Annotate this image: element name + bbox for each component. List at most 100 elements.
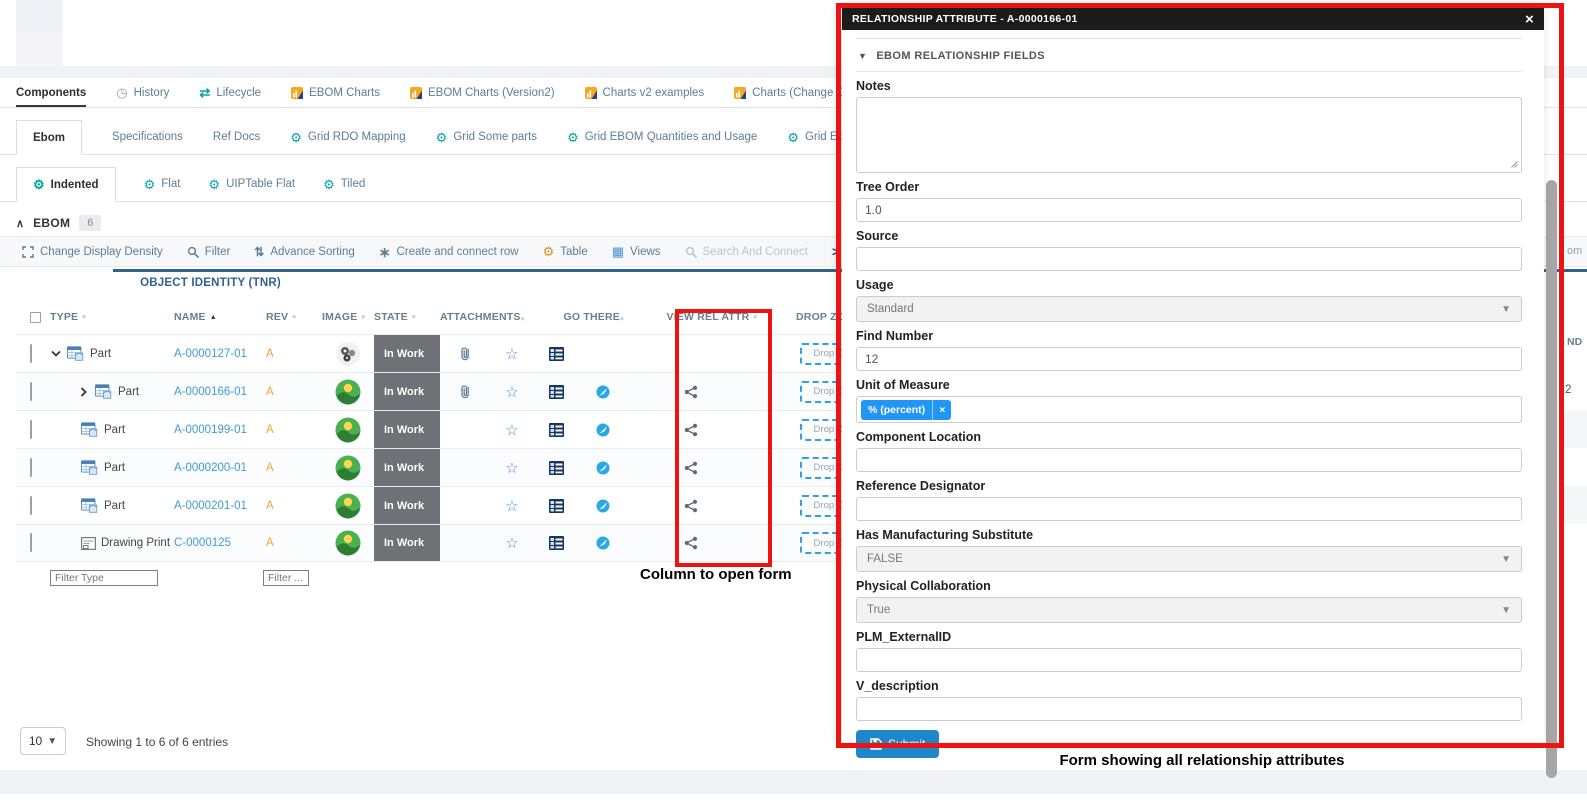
column-header-image[interactable]: IMAGE◆ [322,311,374,323]
background-text-fragment: ND [1567,336,1582,348]
row-checkbox[interactable] [30,382,32,401]
filter-name-input[interactable] [263,570,309,586]
column-header-rev[interactable]: REV◆ [266,311,322,323]
star-icon[interactable]: ☆ [505,534,518,552]
tree-order-input[interactable] [856,198,1522,222]
go-there-icon[interactable] [596,536,610,550]
chevron-right-icon[interactable] [78,386,90,398]
change-display-density-button[interactable]: Change Display Density [22,246,163,258]
tab-ebom-charts[interactable]: EBOM Charts [291,78,380,107]
star-icon[interactable]: ☆ [505,459,518,477]
details-icon[interactable] [549,423,564,437]
name-link[interactable]: A-0000200-01 [174,462,266,474]
name-link[interactable]: A-0000199-01 [174,424,266,436]
tab-grid-ebom-quantities[interactable]: ⚙Grid EBOM Quantities and Usage [567,120,757,154]
tab-lifecycle[interactable]: ⇄Lifecycle [199,78,261,107]
go-there-icon[interactable] [596,423,610,437]
has-manufacturing-substitute-select[interactable]: FALSE ▼ [856,546,1522,572]
type-label: Part [118,386,139,398]
row-checkbox[interactable] [30,533,32,552]
tab-flat[interactable]: ⚙Flat [144,167,181,201]
chevron-right-icon: > [832,244,840,259]
select-all-checkbox[interactable] [30,312,41,323]
sort-icon: ◆ [620,316,624,322]
name-link[interactable]: C-0000125 [174,537,266,549]
tab-components[interactable]: Components [16,78,86,107]
tab-specifications[interactable]: Specifications [112,120,183,154]
row-checkbox[interactable] [30,344,32,363]
go-there-icon[interactable] [596,461,610,475]
component-location-input[interactable] [856,448,1522,472]
chevron-down-icon[interactable] [50,348,62,360]
type-cell: Part [50,346,174,362]
type-cell: Part [50,498,174,514]
go-there-icon[interactable] [596,499,610,513]
filter-type-input[interactable] [50,570,158,586]
history-icon: ◷ [116,86,127,99]
tab-ref-docs[interactable]: Ref Docs [213,120,260,154]
create-and-connect-row-button[interactable]: ∗Create and connect row [379,245,519,259]
part-icon [67,346,85,362]
row-checkbox[interactable] [30,458,32,477]
column-header-type[interactable]: TYPE◆ [50,311,174,323]
tab-label: Flat [161,178,180,190]
field-label-reference-designator: Reference Designator [856,479,1522,493]
row-checkbox[interactable] [30,496,32,515]
tab-uiptable-flat[interactable]: ⚙UIPTable Flat [208,167,295,201]
reference-designator-input[interactable] [856,497,1522,521]
caret-down-icon: ▼ [47,736,57,747]
source-input[interactable] [856,247,1522,271]
notes-textarea[interactable] [856,97,1522,173]
column-header-name[interactable]: NAME▲ [174,311,266,323]
name-link[interactable]: A-0000201-01 [174,500,266,512]
annotation-box-column [675,309,772,567]
star-icon[interactable]: ☆ [505,497,518,515]
views-button[interactable]: ▦Views [612,245,661,258]
details-icon[interactable] [549,347,564,361]
star-icon[interactable]: ☆ [505,345,518,363]
row-checkbox[interactable] [30,420,32,439]
submit-button[interactable]: Submit [856,730,939,758]
ebom-relationship-fields-section[interactable]: ▼ EBOM RELATIONSHIP FIELDS [856,39,1522,72]
name-link[interactable]: A-0000166-01 [174,386,266,398]
advance-sorting-button[interactable]: ⇅Advance Sorting [254,246,354,258]
tab-charts-v2-examples[interactable]: Charts v2 examples [585,78,705,107]
find-number-input[interactable] [856,347,1522,371]
unit-of-measure-field[interactable]: % (percent) × [856,396,1522,423]
details-icon[interactable] [549,385,564,399]
close-icon[interactable]: × [1525,12,1534,27]
tab-indented[interactable]: ⚙Indented [16,167,116,202]
go-there-icon[interactable] [596,385,610,399]
column-header-go-there[interactable]: GO THERE◆ [564,311,625,323]
type-label: Part [104,500,125,512]
table-button[interactable]: ⚙Table [543,245,588,258]
search-and-connect-button[interactable]: Search And Connect [685,246,809,258]
plm-externalid-input[interactable] [856,648,1522,672]
resize-handle-icon[interactable] [1510,160,1519,169]
tab-ebom-charts-v2[interactable]: EBOM Charts (Version2) [410,78,555,107]
usage-select[interactable]: Standard ▼ [856,296,1522,322]
column-header-attachments[interactable]: ATTACHMENTS◆ [440,311,525,323]
rev-value: A [266,500,322,512]
physical-collaboration-select[interactable]: True ▼ [856,597,1522,623]
page-size-select[interactable]: 10 ▼ [20,727,66,755]
name-link[interactable]: A-0000127-01 [174,348,266,360]
tab-grid-rdo-mapping[interactable]: ⚙Grid RDO Mapping [290,120,405,154]
column-header-state[interactable]: STATE◆ [374,311,440,323]
page-scrollbar[interactable] [1546,180,1557,778]
column-label: NAME [174,311,206,323]
type-label: Part [104,462,125,474]
tab-history[interactable]: ◷History [116,78,169,107]
star-icon[interactable]: ☆ [505,383,518,401]
tab-tiled[interactable]: ⚙Tiled [323,167,365,201]
details-icon[interactable] [549,461,564,475]
remove-tag-icon[interactable]: × [932,400,951,420]
tab-grid-some-parts[interactable]: ⚙Grid Some parts [436,120,537,154]
details-icon[interactable] [549,536,564,550]
v-description-input[interactable] [856,697,1522,721]
collapse-section-icon[interactable]: ∧ [16,217,24,230]
star-icon[interactable]: ☆ [505,421,518,439]
details-icon[interactable] [549,499,564,513]
tab-ebom[interactable]: Ebom [16,120,82,155]
filter-button[interactable]: Filter [187,246,231,258]
